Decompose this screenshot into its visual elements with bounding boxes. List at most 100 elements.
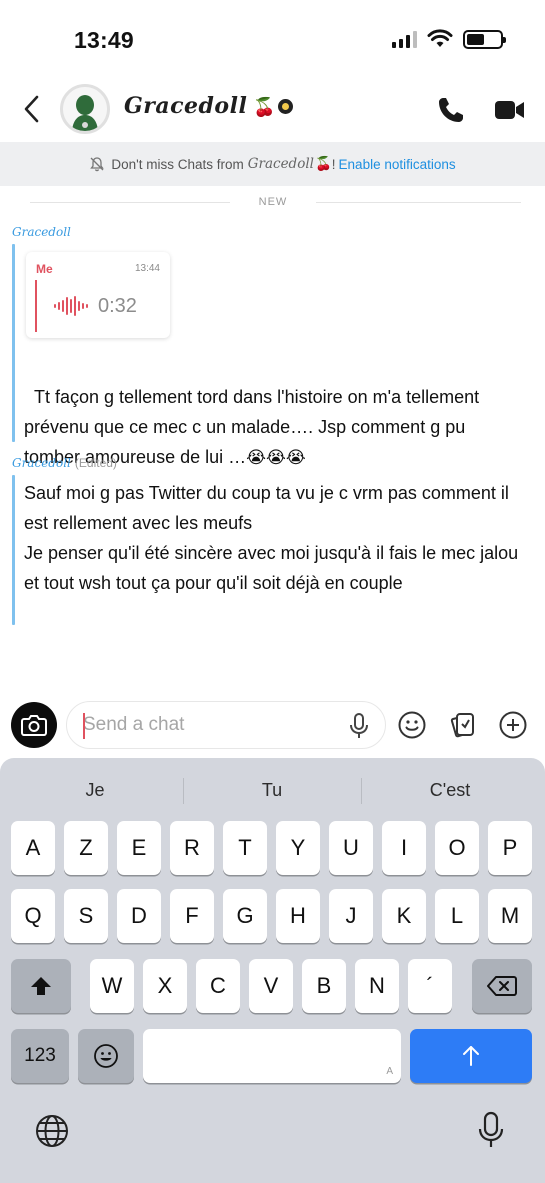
space-corner-label: A bbox=[386, 1066, 393, 1077]
numbers-key[interactable]: 123 bbox=[11, 1029, 69, 1083]
globe-icon bbox=[36, 1115, 68, 1147]
bitmoji-icon bbox=[63, 87, 107, 131]
plus-circle-icon bbox=[499, 711, 527, 739]
shift-icon bbox=[31, 977, 51, 995]
globe-button[interactable] bbox=[34, 1113, 70, 1149]
bell-off-icon bbox=[89, 156, 105, 172]
suggestion-separator bbox=[183, 778, 184, 804]
suggestion-item[interactable]: Je bbox=[10, 772, 180, 808]
chat-input[interactable] bbox=[83, 710, 338, 740]
message-bar bbox=[12, 475, 15, 625]
key[interactable]: N bbox=[355, 959, 399, 1013]
divider-line-left bbox=[30, 202, 230, 203]
notification-banner: Don't miss Chats from Gracedoll 🍒 ! Enab… bbox=[0, 142, 545, 186]
key[interactable]: B bbox=[302, 959, 346, 1013]
key[interactable]: G bbox=[223, 889, 267, 943]
status-time: 13:49 bbox=[74, 27, 134, 53]
enable-notifications-link[interactable]: Enable notifications bbox=[339, 157, 456, 172]
message-sender: Gracedoll bbox=[12, 225, 71, 239]
video-camera-icon bbox=[495, 101, 524, 119]
more-button[interactable] bbox=[497, 709, 529, 741]
key[interactable]: Y bbox=[276, 821, 320, 875]
key[interactable]: Q bbox=[11, 889, 55, 943]
voice-duration: 0:32 bbox=[98, 295, 137, 317]
cards-button[interactable] bbox=[447, 709, 479, 741]
quote-bar bbox=[35, 280, 37, 332]
key[interactable]: V bbox=[249, 959, 293, 1013]
emoji-icon bbox=[94, 1044, 118, 1068]
cards-icon bbox=[450, 713, 474, 738]
call-button[interactable] bbox=[436, 95, 466, 125]
wifi-icon bbox=[427, 29, 453, 47]
video-call-button[interactable] bbox=[494, 97, 526, 123]
arrow-up-icon bbox=[463, 1046, 479, 1066]
key[interactable]: L bbox=[435, 889, 479, 943]
key[interactable]: F bbox=[170, 889, 214, 943]
key[interactable]: O bbox=[435, 821, 479, 875]
message-text[interactable]: Tt façon g tellement tord dans l'histoir… bbox=[24, 352, 524, 473]
notice-bang: ! bbox=[331, 156, 336, 172]
key[interactable]: K bbox=[382, 889, 426, 943]
notice-emoji: 🍒 bbox=[314, 156, 332, 171]
suggestion-bar: Je Tu C'est bbox=[0, 772, 545, 808]
key[interactable]: R bbox=[170, 821, 214, 875]
key[interactable]: M bbox=[488, 889, 532, 943]
waveform-icon bbox=[54, 296, 88, 316]
key[interactable]: C bbox=[196, 959, 240, 1013]
chat-input-container bbox=[66, 701, 386, 749]
camera-button[interactable] bbox=[11, 702, 57, 748]
space-key[interactable]: A bbox=[143, 1029, 401, 1083]
camera-icon bbox=[21, 715, 47, 736]
chevron-left-icon bbox=[24, 95, 39, 123]
suggestion-separator bbox=[361, 778, 362, 804]
new-messages-divider: NEW bbox=[0, 194, 545, 212]
friend-badge-icon bbox=[278, 99, 294, 114]
crying-emoji: 😭😭😭 bbox=[246, 448, 306, 467]
notice-contact-name: Gracedoll bbox=[247, 156, 314, 172]
key[interactable]: E bbox=[117, 821, 161, 875]
cellular-signal-icon bbox=[392, 30, 417, 48]
edited-label: (Edited) bbox=[74, 456, 117, 470]
key[interactable]: P bbox=[488, 821, 532, 875]
status-bar: 13:49 bbox=[0, 0, 545, 80]
suggestion-item[interactable]: C'est bbox=[364, 772, 536, 808]
message-bar bbox=[12, 244, 15, 442]
new-label: NEW bbox=[258, 196, 288, 208]
sender-name-text: Gracedoll bbox=[12, 225, 71, 239]
key[interactable]: X bbox=[143, 959, 187, 1013]
key[interactable]: T bbox=[223, 821, 267, 875]
key[interactable]: H bbox=[276, 889, 320, 943]
quote-time: 13:44 bbox=[134, 263, 160, 274]
notice-text: Don't miss Chats from bbox=[111, 156, 244, 172]
key[interactable]: J bbox=[329, 889, 373, 943]
sticker-button[interactable] bbox=[396, 709, 428, 741]
key[interactable]: A bbox=[11, 821, 55, 875]
microphone-icon bbox=[350, 713, 368, 738]
status-icons bbox=[392, 29, 506, 49]
key[interactable]: ´ bbox=[408, 959, 452, 1013]
voice-note-button[interactable] bbox=[347, 712, 371, 740]
avatar[interactable] bbox=[60, 84, 110, 134]
suggestion-item[interactable]: Tu bbox=[186, 772, 358, 808]
text-caret bbox=[83, 713, 85, 739]
key[interactable]: U bbox=[329, 821, 373, 875]
key[interactable]: W bbox=[90, 959, 134, 1013]
back-button[interactable] bbox=[18, 94, 44, 124]
message-text[interactable]: Sauf moi g pas Twitter du coup ta vu je … bbox=[24, 478, 524, 598]
quote-sender: Me bbox=[36, 262, 53, 276]
divider-line-right bbox=[316, 202, 521, 203]
key[interactable]: D bbox=[117, 889, 161, 943]
key[interactable]: S bbox=[64, 889, 108, 943]
quoted-voice-note[interactable]: Me 13:44 0:32 bbox=[26, 252, 170, 338]
shift-key[interactable] bbox=[11, 959, 71, 1013]
dictation-button[interactable] bbox=[476, 1110, 506, 1150]
key[interactable]: Z bbox=[64, 821, 108, 875]
key[interactable]: I bbox=[382, 821, 426, 875]
return-key[interactable] bbox=[410, 1029, 532, 1083]
battery-icon bbox=[463, 29, 506, 49]
microphone-icon bbox=[478, 1111, 504, 1147]
emoji-key[interactable] bbox=[78, 1029, 134, 1083]
contact-name[interactable]: Gracedoll 🍒 bbox=[124, 93, 294, 119]
message-sender: Gracedoll (Edited) bbox=[12, 456, 117, 470]
backspace-key[interactable] bbox=[472, 959, 532, 1013]
